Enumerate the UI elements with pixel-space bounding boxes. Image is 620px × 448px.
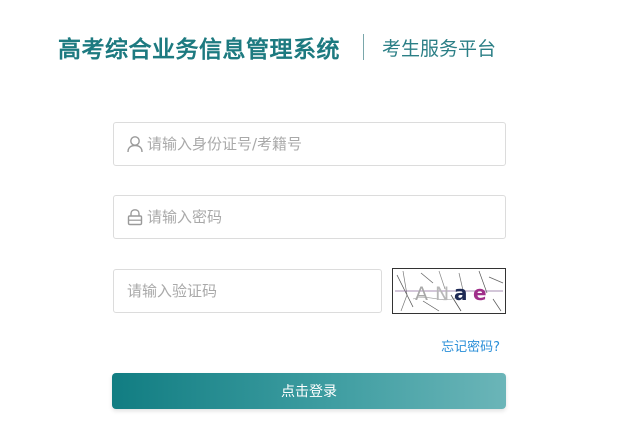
- password-input[interactable]: [147, 196, 505, 238]
- forgot-password-link[interactable]: 忘记密码?: [441, 336, 500, 355]
- lock-icon: [126, 208, 144, 226]
- captcha-char: a: [454, 281, 468, 305]
- platform-name: 考生服务平台: [382, 37, 497, 60]
- captcha-char: e: [473, 281, 487, 305]
- captcha-field[interactable]: [113, 269, 382, 313]
- captcha-input[interactable]: [127, 270, 381, 312]
- page-header: 高考综合业务信息管理系统 考生服务平台: [58, 29, 496, 65]
- captcha-char: A: [415, 283, 428, 305]
- login-button[interactable]: 点击登录: [112, 373, 506, 409]
- id-input[interactable]: [147, 123, 505, 165]
- captcha-graphic: A N a e: [395, 270, 504, 312]
- system-title: 高考综合业务信息管理系统: [58, 37, 340, 63]
- user-icon: [126, 135, 144, 153]
- header-divider: [363, 34, 364, 60]
- captcha-char: N: [435, 283, 449, 305]
- password-field[interactable]: [113, 195, 506, 239]
- captcha-image[interactable]: A N a e: [392, 268, 506, 314]
- login-page: 高考综合业务信息管理系统 考生服务平台 请输入身份证号/考籍号 请输入验证码 A…: [0, 0, 620, 448]
- id-field[interactable]: [113, 122, 506, 166]
